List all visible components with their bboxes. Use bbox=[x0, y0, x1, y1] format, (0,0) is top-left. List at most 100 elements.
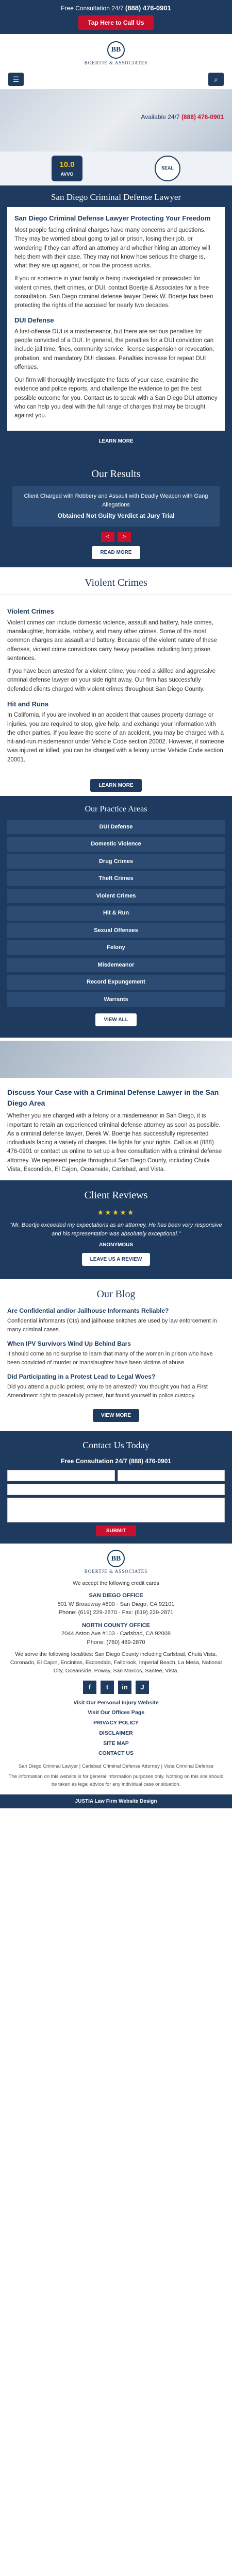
page-title: San Diego Criminal Defense Lawyer bbox=[51, 192, 181, 202]
result-card: Client Charged with Robbery and Assault … bbox=[12, 486, 220, 527]
result-amount: Obtained Not Guilty Verdict at Jury Tria… bbox=[57, 512, 175, 520]
intro-learn-more-button[interactable]: LEARN MORE bbox=[90, 435, 142, 448]
email-field[interactable] bbox=[117, 1470, 225, 1481]
practice-title: Our Practice Areas bbox=[85, 804, 147, 814]
practice-item[interactable]: Record Expungement bbox=[7, 975, 225, 990]
hero-call[interactable]: Available 24/7 (888) 476-0901 bbox=[141, 112, 224, 122]
blog-item-text: It should come as no surprise to learn t… bbox=[7, 1351, 213, 1366]
review-quote: "Mr. Boertje exceeded my expectations as… bbox=[10, 1222, 222, 1237]
results-pager: < > bbox=[7, 532, 225, 543]
results-title: Our Results bbox=[91, 468, 141, 480]
blog-title: Our Blog bbox=[96, 1289, 136, 1300]
justia-icon[interactable]: J bbox=[136, 1680, 149, 1694]
blog-item[interactable]: When IPV Survivors Wind Up Behind Bars I… bbox=[7, 1339, 225, 1367]
discuss-image bbox=[0, 1041, 232, 1078]
footer: BB BOERTJE & ASSOCIATES We accept the fo… bbox=[0, 1544, 232, 1794]
footer-link[interactable]: SITE MAP bbox=[8, 1740, 224, 1748]
logo-name: BOERTJE & ASSOCIATES bbox=[84, 60, 148, 65]
practice-item[interactable]: Theft Crimes bbox=[7, 871, 225, 886]
blog-view-more-button[interactable]: VIEW MORE bbox=[92, 1409, 140, 1422]
leave-review-button[interactable]: LEAVE US A REVIEW bbox=[81, 1253, 151, 1266]
practice-item[interactable]: Warrants bbox=[7, 992, 225, 1007]
blog-item[interactable]: Are Confidential and/or Jailhouse Inform… bbox=[7, 1306, 225, 1334]
results-read-more-button[interactable]: READ MORE bbox=[92, 546, 140, 560]
menu-icon[interactable]: ☰ bbox=[8, 73, 24, 86]
reviews-section: Client Reviews ★★★★★ "Mr. Boertje exceed… bbox=[0, 1180, 232, 1279]
violent-heading: Violent Crimes bbox=[7, 607, 54, 616]
submit-button[interactable]: SUBMIT bbox=[95, 1526, 137, 1536]
areas-text: We serve the following localities: San D… bbox=[10, 1651, 222, 1674]
footer-links: Visit Our Personal Injury Website Visit … bbox=[8, 1699, 224, 1758]
top-phone[interactable]: (888) 476-0901 bbox=[125, 4, 171, 12]
blog-item-title[interactable]: When IPV Survivors Wind Up Behind Bars bbox=[7, 1339, 225, 1348]
intro-paragraph-2: If you or someone in your family is bein… bbox=[14, 276, 213, 309]
blog-item-title[interactable]: Did Participating in a Protest Lead to L… bbox=[7, 1372, 225, 1381]
blog-section: Our Blog Are Confidential and/or Jailhou… bbox=[0, 1279, 232, 1431]
intro-card: San Diego Criminal Defense Lawyer Protec… bbox=[7, 207, 225, 431]
name-field[interactable] bbox=[7, 1470, 115, 1481]
linkedin-icon[interactable]: in bbox=[118, 1680, 131, 1694]
hero-image: Available 24/7 (888) 476-0901 bbox=[0, 90, 232, 151]
message-field[interactable] bbox=[7, 1498, 225, 1522]
seal-badge: SEAL bbox=[155, 156, 180, 181]
blog-item-text: Did you attend a public protest, only to… bbox=[7, 1384, 208, 1399]
practice-item[interactable]: Domestic Violence bbox=[7, 837, 225, 852]
blog-item-text: Confidential informants (CIs) and jailho… bbox=[7, 1318, 217, 1333]
results-section: Our Results Client Charged with Robbery … bbox=[0, 459, 232, 568]
office-north-county: NORTH COUNTY OFFICE 2044 Aston Ave #103 … bbox=[61, 1622, 171, 1646]
violent-section-title: Violent Crimes bbox=[0, 567, 232, 596]
practice-view-all-button[interactable]: VIEW ALL bbox=[95, 1013, 137, 1027]
disclaimer: The information on this website is for g… bbox=[8, 1774, 224, 1787]
phone-field[interactable] bbox=[7, 1484, 225, 1495]
contact-title: Contact Us Today bbox=[82, 1440, 150, 1450]
practice-item[interactable]: Hit & Run bbox=[7, 906, 225, 921]
top-consult: Free Consultation 24/7 (888) 476-0901 bbox=[61, 4, 171, 12]
footer-link[interactable]: PRIVACY POLICY bbox=[8, 1719, 224, 1727]
reviews-title: Client Reviews bbox=[84, 1190, 148, 1201]
office-san-diego: SAN DIEGO OFFICE 501 W Broadway #800 · S… bbox=[57, 1592, 175, 1616]
navbar: ☰ ⌕ bbox=[0, 70, 232, 90]
intro-paragraph-1: Most people facing criminal charges have… bbox=[14, 227, 210, 269]
social-links: f t in J bbox=[8, 1680, 224, 1694]
hit-run-paragraph: In California, if you are involved in an… bbox=[7, 712, 224, 763]
prev-arrow-icon[interactable]: < bbox=[101, 532, 114, 543]
footer-link[interactable]: CONTACT US bbox=[8, 1750, 224, 1758]
footer-link[interactable]: Visit Our Offices Page bbox=[8, 1709, 224, 1717]
violent-card: Violent Crimes Violent crimes can includ… bbox=[0, 595, 232, 775]
practice-item[interactable]: DUI Defense bbox=[7, 819, 225, 835]
copyright: San Diego Criminal Lawyer | Carlsbad Cri… bbox=[18, 1764, 214, 1769]
practice-item[interactable]: Misdemeanor bbox=[7, 957, 225, 973]
review-author: ANONYMOUS bbox=[98, 1242, 134, 1248]
practice-item[interactable]: Felony bbox=[7, 940, 225, 955]
twitter-icon[interactable]: t bbox=[101, 1680, 114, 1694]
footer-link[interactable]: Visit Our Personal Injury Website bbox=[8, 1699, 224, 1707]
intro-section: San Diego Criminal Defense Lawyer San Di… bbox=[0, 185, 232, 460]
violent-learn-more-button[interactable]: LEARN MORE bbox=[90, 778, 142, 792]
tap-to-call-button[interactable]: Tap Here to Call Us bbox=[78, 15, 154, 30]
logo-mark: BB bbox=[107, 41, 125, 59]
dui-paragraph-2: Our firm will thoroughly investigate the… bbox=[14, 377, 218, 419]
blog-item-title[interactable]: Are Confidential and/or Jailhouse Inform… bbox=[7, 1306, 225, 1315]
blog-item[interactable]: Did Participating in a Protest Lead to L… bbox=[7, 1372, 225, 1400]
footer-link[interactable]: DISCLAIMER bbox=[8, 1730, 224, 1738]
search-icon[interactable]: ⌕ bbox=[208, 73, 224, 86]
facebook-icon[interactable]: f bbox=[83, 1680, 96, 1694]
discuss-heading: Discuss Your Case with a Criminal Defens… bbox=[7, 1088, 219, 1108]
dui-heading: DUI Defense bbox=[14, 316, 54, 325]
bottom-bar[interactable]: JUSTIA Law Firm Website Design bbox=[0, 1794, 232, 1808]
practice-item[interactable]: Sexual Offenses bbox=[7, 923, 225, 938]
avvo-badge: 10.0 AVVO bbox=[52, 156, 82, 181]
practice-areas-section: Our Practice Areas DUI Defense Domestic … bbox=[0, 795, 232, 1038]
logo[interactable]: BB BOERTJE & ASSOCIATES bbox=[0, 34, 232, 70]
practice-item[interactable]: Drug Crimes bbox=[7, 854, 225, 869]
intro-heading: San Diego Criminal Defense Lawyer Protec… bbox=[14, 214, 211, 222]
contact-section: Contact Us Today Free Consultation 24/7 … bbox=[0, 1431, 232, 1544]
violent-paragraph-2: If you have been arrested for a violent … bbox=[7, 668, 216, 692]
next-arrow-icon[interactable]: > bbox=[118, 532, 131, 543]
contact-phone[interactable]: Free Consultation 24/7 (888) 476-0901 bbox=[7, 1456, 225, 1466]
practice-item[interactable]: Violent Crimes bbox=[7, 888, 225, 904]
discuss-paragraph: Whether you are charged with a felony or… bbox=[7, 1113, 222, 1173]
footer-logo-mark[interactable]: BB bbox=[107, 1550, 125, 1567]
top-bar: Free Consultation 24/7 (888) 476-0901 Ta… bbox=[0, 0, 232, 34]
star-rating-icon: ★★★★★ bbox=[97, 1208, 135, 1216]
